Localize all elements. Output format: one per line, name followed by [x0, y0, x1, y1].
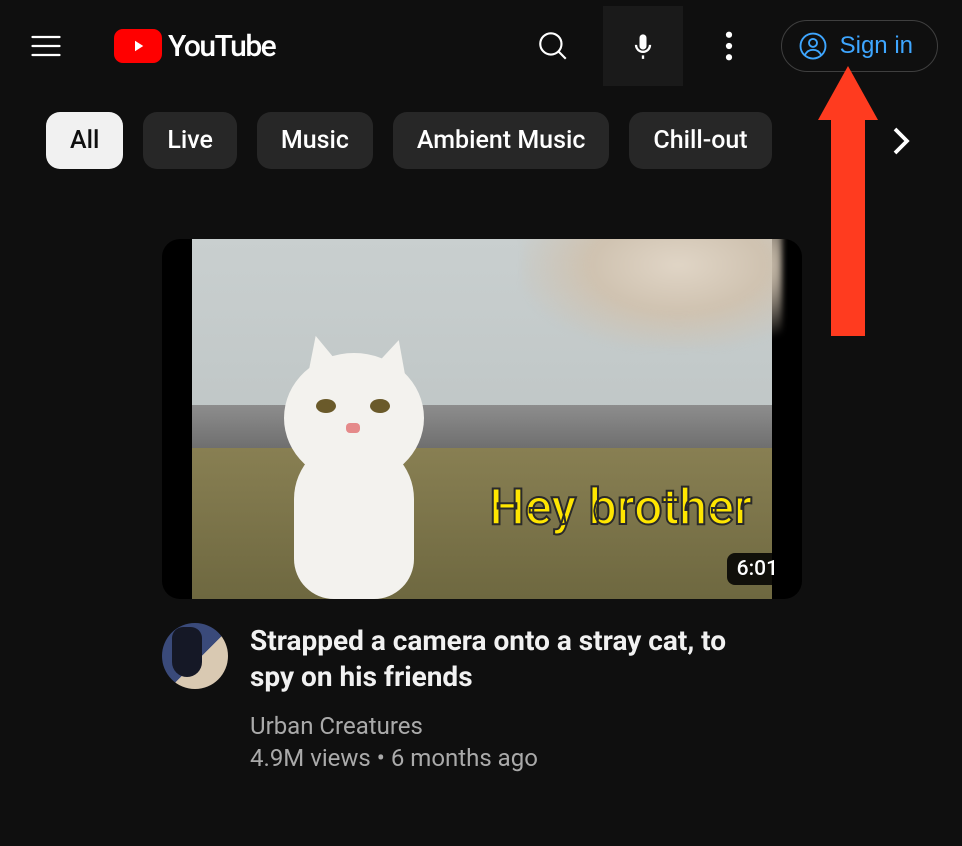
chip-live[interactable]: Live — [143, 112, 237, 169]
channel-name[interactable]: Urban Creatures — [250, 712, 770, 740]
user-circle-icon — [798, 31, 828, 61]
sign-in-label: Sign in — [840, 32, 913, 60]
kebab-icon — [725, 31, 733, 61]
category-chips-row: All Live Music Ambient Music Chill-out — [0, 92, 962, 169]
channel-avatar[interactable] — [162, 623, 228, 689]
video-stats: 4.9M views • 6 months ago — [250, 744, 770, 772]
thumbnail-image: Hey brother — [192, 239, 772, 599]
video-views: 4.9M views — [250, 744, 371, 772]
video-title[interactable]: Strapped a camera onto a stray cat, to s… — [250, 623, 770, 696]
menu-button[interactable] — [24, 24, 68, 68]
sign-in-button[interactable]: Sign in — [781, 20, 938, 72]
chip-music[interactable]: Music — [257, 112, 373, 169]
chips-scroll-right-button[interactable] — [882, 122, 920, 160]
video-duration-badge: 6:01 — [727, 553, 788, 585]
youtube-wordmark: YouTube — [168, 29, 275, 64]
chevron-right-icon — [892, 126, 910, 156]
video-meta: Strapped a camera onto a stray cat, to s… — [162, 599, 802, 772]
chip-chill-out[interactable]: Chill-out — [629, 112, 771, 169]
video-age: 6 months ago — [391, 744, 538, 772]
voice-search-button[interactable] — [603, 6, 683, 86]
youtube-play-icon — [114, 29, 162, 63]
thumbnail-caption: Hey brother — [489, 479, 752, 537]
header: YouTube Sign in — [0, 0, 962, 92]
hamburger-icon — [28, 28, 64, 64]
chip-ambient-music[interactable]: Ambient Music — [393, 112, 609, 169]
video-card: Hey brother 6:01 Strapped a camera onto … — [162, 239, 802, 772]
more-options-button[interactable] — [709, 26, 749, 66]
search-icon — [536, 29, 570, 63]
video-feed: Hey brother 6:01 Strapped a camera onto … — [0, 169, 962, 772]
microphone-icon — [629, 29, 657, 63]
video-thumbnail[interactable]: Hey brother 6:01 — [162, 239, 802, 599]
search-button[interactable] — [533, 26, 573, 66]
chip-all[interactable]: All — [46, 112, 123, 169]
youtube-logo[interactable]: YouTube — [114, 29, 275, 64]
